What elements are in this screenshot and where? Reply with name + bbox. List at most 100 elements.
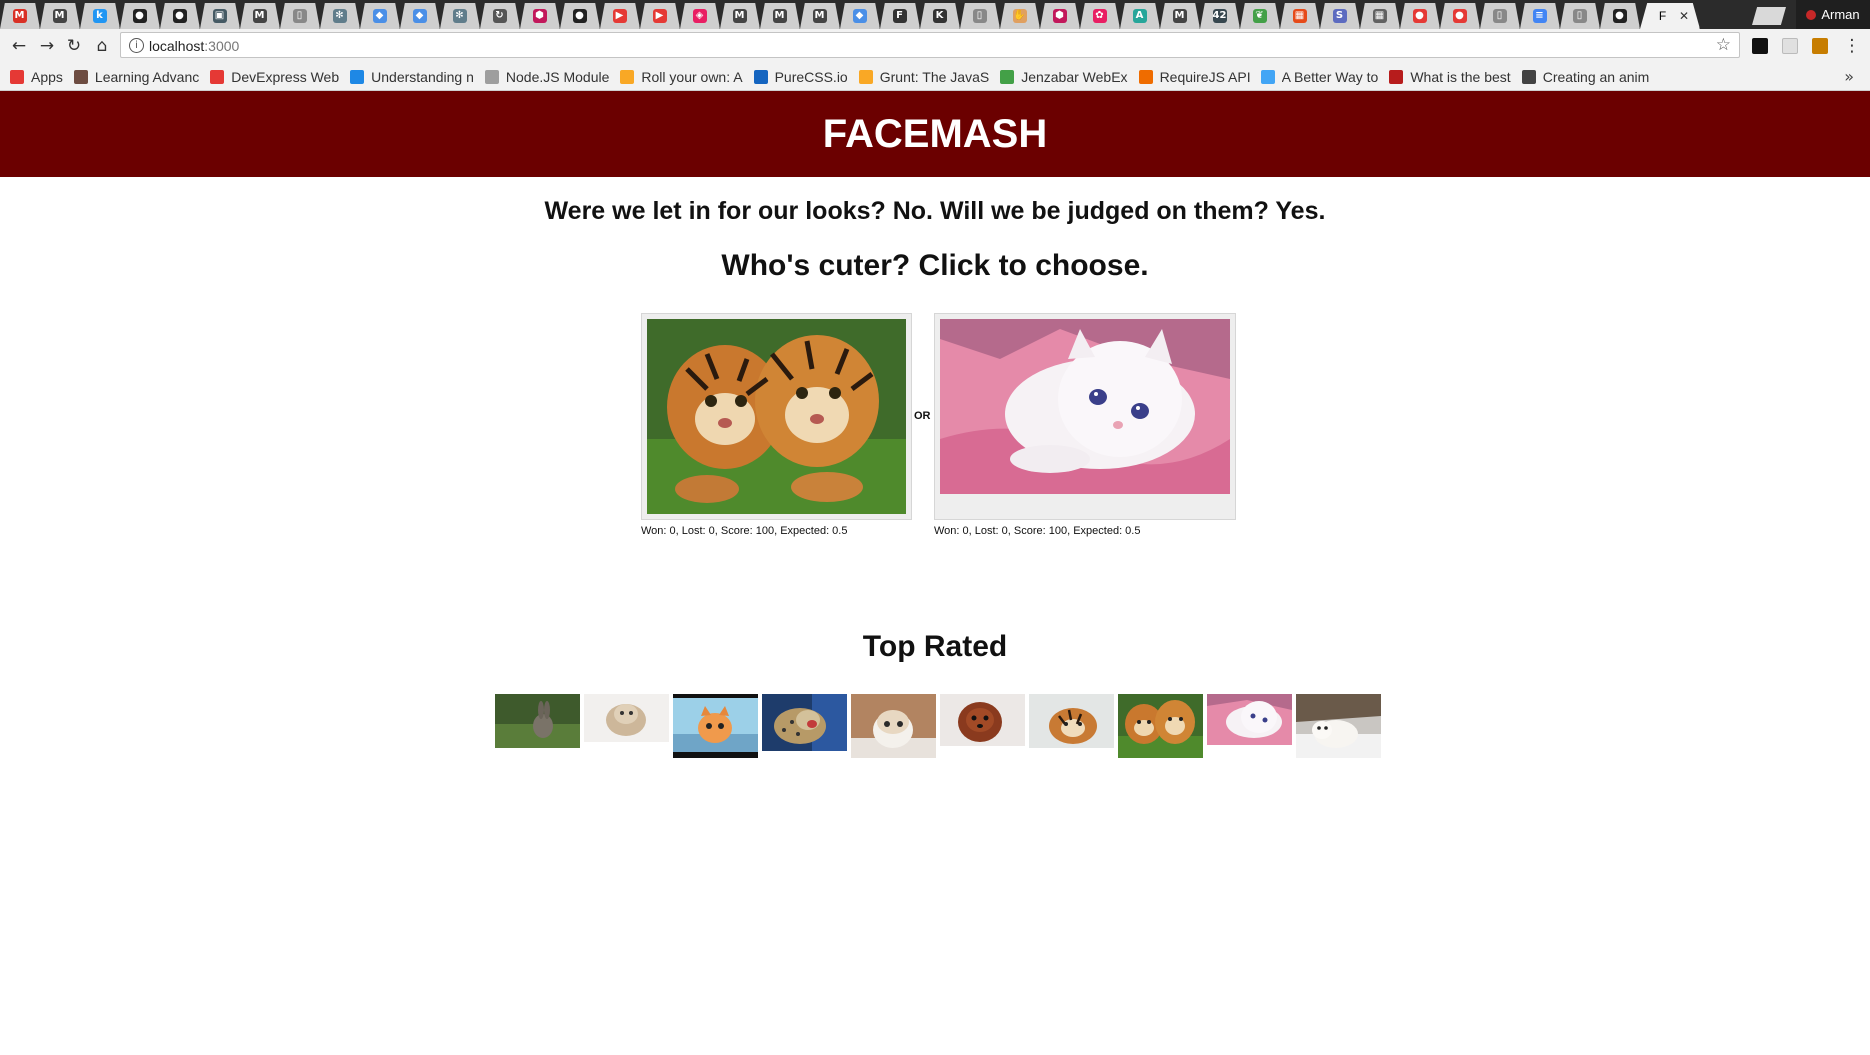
tiger-cub-thumbnail[interactable] <box>1029 694 1114 748</box>
browser-tab[interactable]: A <box>1120 3 1160 29</box>
profile-button[interactable]: Arman <box>1796 0 1870 29</box>
browser-tab[interactable]: ✻ <box>320 3 360 29</box>
left-candidate-button[interactable] <box>641 313 912 520</box>
bookmark-item[interactable]: Creating an anim <box>1521 69 1649 85</box>
browser-tab[interactable]: ● <box>1440 3 1480 29</box>
browser-tab[interactable]: ✻ <box>440 3 480 29</box>
address-url: localhost:3000 <box>149 38 240 54</box>
bookmark-item[interactable]: A Better Way to <box>1260 69 1378 85</box>
bookmark-label: PureCSS.io <box>774 68 848 85</box>
browser-tab[interactable]: F <box>880 3 920 29</box>
bookmark-item[interactable]: What is the best <box>1389 69 1511 85</box>
browser-tab[interactable]: ● <box>120 3 160 29</box>
bookmark-item[interactable]: Learning Advanc <box>73 69 199 85</box>
hexagon-icon: ⬢ <box>1052 9 1067 23</box>
browser-tab[interactable]: ▯ <box>280 3 320 29</box>
browser-tab[interactable]: ● <box>160 3 200 29</box>
cream-kitten-thumbnail[interactable] <box>851 694 936 758</box>
browser-tab[interactable]: ▯ <box>1560 3 1600 29</box>
white-kitten-thumbnail[interactable] <box>1207 694 1292 745</box>
browser-tab[interactable]: ▦ <box>1280 3 1320 29</box>
tiger-cubs-thumbnail[interactable] <box>1118 694 1203 758</box>
profile-name: Arman <box>1821 7 1860 22</box>
browser-tab-active[interactable]: F ✕ <box>1640 3 1700 29</box>
jetbrains-extension-icon[interactable] <box>1752 38 1768 54</box>
browser-tab[interactable]: M <box>0 3 40 29</box>
browser-tab[interactable]: ● <box>1600 3 1640 29</box>
browser-tab[interactable]: ▣ <box>200 3 240 29</box>
browser-tab[interactable]: ▶ <box>600 3 640 29</box>
bookmark-label: DevExpress Web <box>231 68 340 85</box>
bookmark-item[interactable]: DevExpress Web <box>210 69 339 85</box>
more-bookmarks-icon[interactable]: » <box>1844 67 1854 86</box>
browser-tab[interactable]: ⬢ <box>1040 3 1080 29</box>
browser-tab[interactable]: ✿ <box>1080 3 1120 29</box>
browser-tab[interactable]: ◆ <box>840 3 880 29</box>
info-icon[interactable]: i <box>129 38 144 53</box>
close-tab-icon[interactable]: ✕ <box>1679 9 1689 23</box>
browser-tab[interactable]: 42 <box>1200 3 1240 29</box>
bookmark-star-icon[interactable]: ☆ <box>1716 35 1731 55</box>
shield-icon: ◈ <box>692 9 707 23</box>
new-tab-button[interactable] <box>1752 7 1786 25</box>
medium-icon: M <box>772 9 787 23</box>
extension-icon[interactable] <box>1782 38 1798 54</box>
browser-tab[interactable]: ⬢ <box>520 3 560 29</box>
browser-tab[interactable]: S <box>1320 3 1360 29</box>
browser-tab[interactable]: ↻ <box>480 3 520 29</box>
left-candidate: Won: 0, Lost: 0, Score: 100, Expected: 0… <box>641 313 912 537</box>
browser-tab[interactable]: ▦ <box>1360 3 1400 29</box>
hexagon-icon: ⬢ <box>532 9 547 23</box>
reload-icon[interactable]: ↻ <box>62 34 86 58</box>
right-candidate-button[interactable] <box>934 313 1236 520</box>
browser-tab[interactable]: M <box>1160 3 1200 29</box>
bookmark-item[interactable]: RequireJS API <box>1138 69 1250 85</box>
medium-icon: M <box>252 9 267 23</box>
browser-tab[interactable]: M <box>720 3 760 29</box>
leopard-cub-thumbnail[interactable] <box>762 694 847 751</box>
fluffy-kitten-thumbnail[interactable] <box>584 694 669 742</box>
or-label: OR <box>914 410 931 422</box>
browser-tab[interactable]: M <box>240 3 280 29</box>
hand-icon: ✋ <box>1012 9 1027 23</box>
browser-tab[interactable]: ▶ <box>640 3 680 29</box>
screen-icon: ▣ <box>212 9 227 23</box>
browser-tab[interactable]: M <box>760 3 800 29</box>
browser-tab[interactable]: ◈ <box>680 3 720 29</box>
bookmark-item[interactable]: Understanding n <box>350 69 474 85</box>
browser-tab[interactable]: ❦ <box>1240 3 1280 29</box>
browser-tab[interactable]: ≡ <box>1520 3 1560 29</box>
browser-tab[interactable]: ✋ <box>1000 3 1040 29</box>
browser-tab[interactable]: ● <box>560 3 600 29</box>
address-bar[interactable]: i localhost:3000 ☆ <box>120 32 1740 58</box>
browser-tab[interactable]: M <box>800 3 840 29</box>
browser-tab[interactable]: K <box>920 3 960 29</box>
forward-icon[interactable]: → <box>35 34 59 58</box>
bunny-thumbnail[interactable] <box>495 694 580 748</box>
browser-tab[interactable]: ▯ <box>1480 3 1520 29</box>
white-kitten-photo <box>940 319 1230 494</box>
browser-tab[interactable]: ◆ <box>400 3 440 29</box>
browser-tab[interactable]: ● <box>1400 3 1440 29</box>
bookmark-item[interactable]: Grunt: The JavaS <box>858 69 989 85</box>
leaf-icon: ❦ <box>1252 9 1267 23</box>
bookmark-item[interactable]: Apps <box>10 69 63 85</box>
browser-tab[interactable]: M <box>40 3 80 29</box>
puppy-thumbnail[interactable] <box>940 694 1025 746</box>
browser-tab[interactable]: ▯ <box>960 3 1000 29</box>
bookmark-item[interactable]: Jenzabar WebEx <box>1000 69 1128 85</box>
medium-icon: M <box>812 9 827 23</box>
menu-icon[interactable]: ⋮ <box>1840 34 1864 58</box>
browser-tab[interactable]: ◆ <box>360 3 400 29</box>
home-icon[interactable]: ⌂ <box>90 34 114 58</box>
wallet-extension-icon[interactable] <box>1812 38 1828 54</box>
bookmark-item[interactable]: PureCSS.io <box>753 68 848 85</box>
back-icon[interactable]: ← <box>7 34 31 58</box>
browser-tab[interactable]: k <box>80 3 120 29</box>
tab-list: M Mk ● ● ▣ M ▯ ✻ ◆ ◆ ✻ ↻ ⬢ ● ▶ ▶ ◈ M M M ◆ F K ▯ ✋ ⬢ ✿ A M 42 ❦ ▦ S ▦ ● ● ▯ ≡… <box>0 3 1760 29</box>
active-tab-label: F <box>1658 9 1667 23</box>
polar-bear-cub-thumbnail[interactable] <box>1296 694 1381 758</box>
bookmark-item[interactable]: Node.JS Module <box>484 69 609 85</box>
bookmark-item[interactable]: Roll your own: A <box>620 69 743 85</box>
orange-kitten-thumbnail[interactable] <box>673 694 758 758</box>
